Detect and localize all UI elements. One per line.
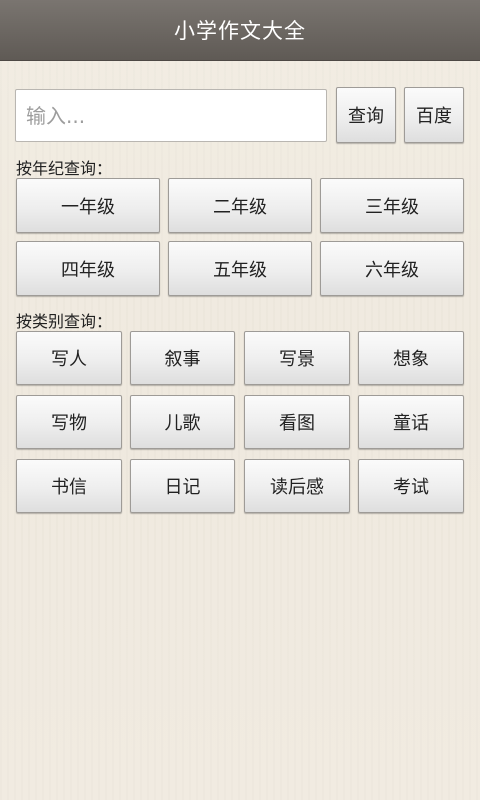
title-bar: 小学作文大全	[0, 0, 480, 61]
grade-button-5[interactable]: 五年级	[168, 241, 312, 296]
grade-section-label: 按年纪查询：	[16, 159, 113, 178]
category-button-scenery[interactable]: 写景	[244, 331, 350, 385]
category-button-letters[interactable]: 书信	[16, 459, 122, 513]
category-button-children-songs[interactable]: 儿歌	[130, 395, 235, 449]
category-button-diary[interactable]: 日记	[130, 459, 235, 513]
category-section-label: 按类别查询：	[16, 312, 113, 331]
app-title: 小学作文大全	[174, 19, 306, 43]
query-button[interactable]: 查询	[336, 87, 396, 143]
category-button-fairy-tales[interactable]: 童话	[358, 395, 464, 449]
baidu-search-button[interactable]: 百度	[404, 87, 464, 143]
grade-button-3[interactable]: 三年级	[320, 178, 464, 233]
grade-button-4[interactable]: 四年级	[16, 241, 160, 296]
category-button-objects[interactable]: 写物	[16, 395, 122, 449]
grade-button-6[interactable]: 六年级	[320, 241, 464, 296]
grade-button-1[interactable]: 一年级	[16, 178, 160, 233]
category-button-narrative[interactable]: 叙事	[130, 331, 235, 385]
grade-button-2[interactable]: 二年级	[168, 178, 312, 233]
category-button-exam[interactable]: 考试	[358, 459, 464, 513]
category-button-reading-reflection[interactable]: 读后感	[244, 459, 350, 513]
category-button-imagination[interactable]: 想象	[358, 331, 464, 385]
search-input[interactable]	[15, 89, 327, 142]
category-button-picture-writing[interactable]: 看图	[244, 395, 350, 449]
category-button-portrait[interactable]: 写人	[16, 331, 122, 385]
